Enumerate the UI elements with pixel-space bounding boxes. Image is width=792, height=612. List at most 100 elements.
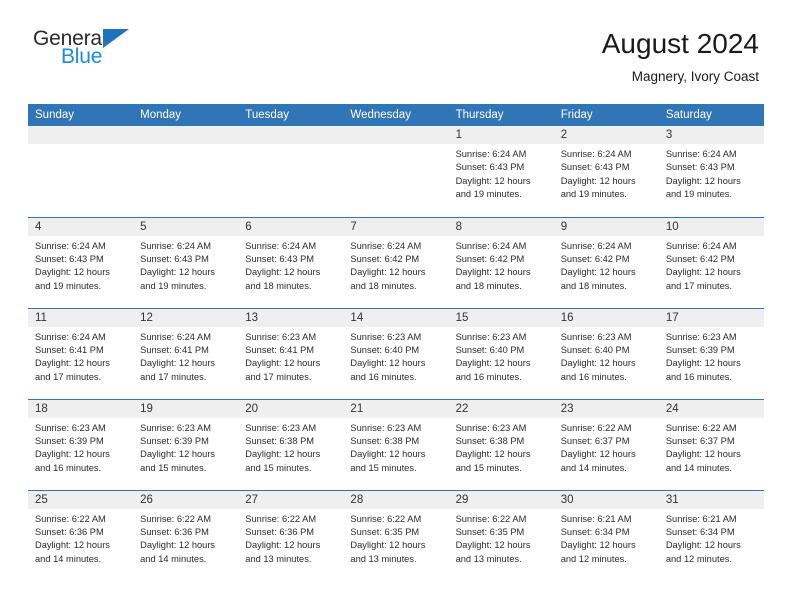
calendar-day-cell[interactable]: 28 Sunrise: 6:22 AM Sunset: 6:35 PM Dayligh… <box>343 489 449 581</box>
calendar-day-cell[interactable]: 4 Sunrise: 6:24 AM Sunset: 6:43 PM Daylight… <box>28 216 134 308</box>
day-number: 26 <box>133 490 239 509</box>
calendar-day-cell[interactable]: 23 Sunrise: 6:22 AM Sunset: 6:37 PM Dayligh… <box>553 398 659 490</box>
daylight-text-line2: and 14 minutes. <box>560 462 627 473</box>
day-number: 4 <box>28 217 134 236</box>
sunset-text: Sunset: 6:35 PM <box>455 526 525 537</box>
calendar-day-cell[interactable]: 6 Sunrise: 6:24 AM Sunset: 6:43 PM Daylight… <box>238 216 344 308</box>
day-details: Sunrise: 6:23 AM Sunset: 6:39 PM Daylight:… <box>133 418 238 476</box>
day-number: 28 <box>343 490 449 509</box>
calendar-day-cell[interactable]: 27 Sunrise: 6:22 AM Sunset: 6:36 PM Dayligh… <box>238 489 344 581</box>
calendar-day-cell[interactable]: 2 Sunrise: 6:24 AM Sunset: 6:43 PM Daylight… <box>553 126 659 217</box>
calendar-day-cell[interactable]: 25 Sunrise: 6:22 AM Sunset: 6:36 PM Dayligh… <box>28 489 134 581</box>
daylight-text-line1: Daylight: 12 hours <box>350 267 426 278</box>
calendar-day-cell[interactable]: 17 Sunrise: 6:23 AM Sunset: 6:39 PM Dayligh… <box>658 307 764 399</box>
daylight-text-line2: and 19 minutes. <box>455 189 522 200</box>
general-blue-logo[interactable]: General Blue <box>33 28 153 67</box>
calendar-day-cell[interactable]: 10 Sunrise: 6:24 AM Sunset: 6:42 PM Dayligh… <box>658 216 764 308</box>
page-subtitle: Magnery, Ivory Coast <box>631 69 759 85</box>
calendar-day-cell[interactable]: 31 Sunrise: 6:21 AM Sunset: 6:34 PM Dayligh… <box>658 489 764 581</box>
day-number <box>343 126 449 144</box>
calendar-day-cell[interactable]: 26 Sunrise: 6:22 AM Sunset: 6:36 PM Dayligh… <box>133 489 239 581</box>
calendar-day-cell[interactable]: 29 Sunrise: 6:22 AM Sunset: 6:35 PM Dayligh… <box>448 489 554 581</box>
day-number: 13 <box>238 308 344 327</box>
calendar-day-cell-empty <box>238 126 344 217</box>
calendar-day-cell[interactable]: 22 Sunrise: 6:23 AM Sunset: 6:38 PM Dayligh… <box>448 398 554 490</box>
calendar-day-cell[interactable]: 21 Sunrise: 6:23 AM Sunset: 6:38 PM Dayligh… <box>343 398 449 490</box>
sunset-text: Sunset: 6:41 PM <box>245 344 315 355</box>
calendar-day-cell[interactable]: 19 Sunrise: 6:23 AM Sunset: 6:39 PM Dayligh… <box>133 398 239 490</box>
sunset-text: Sunset: 6:40 PM <box>455 344 525 355</box>
daylight-text-line2: and 13 minutes. <box>455 553 522 564</box>
sunrise-text: Sunrise: 6:22 AM <box>665 422 737 433</box>
calendar-week-row: 11 Sunrise: 6:24 AM Sunset: 6:41 PM Dayligh… <box>28 307 764 399</box>
sunset-text: Sunset: 6:42 PM <box>350 253 420 264</box>
daylight-text-line2: and 16 minutes. <box>560 371 627 382</box>
calendar-day-cell[interactable]: 9 Sunrise: 6:24 AM Sunset: 6:42 PM Daylight… <box>553 216 659 308</box>
day-number: 7 <box>343 217 449 236</box>
calendar-day-cell[interactable]: 8 Sunrise: 6:24 AM Sunset: 6:42 PM Daylight… <box>448 216 554 308</box>
logo-triangle-icon <box>103 29 130 48</box>
day-number: 10 <box>658 217 764 236</box>
sunset-text: Sunset: 6:42 PM <box>665 253 735 264</box>
day-number: 21 <box>343 399 449 418</box>
daylight-text-line2: and 16 minutes. <box>35 462 102 473</box>
weekday-header-monday: Monday <box>133 104 239 126</box>
daylight-text-line2: and 15 minutes. <box>455 462 522 473</box>
day-details: Sunrise: 6:23 AM Sunset: 6:38 PM Daylight:… <box>343 418 448 476</box>
weekday-header-sunday: Sunday <box>28 104 134 126</box>
calendar-day-cell[interactable]: 20 Sunrise: 6:23 AM Sunset: 6:38 PM Dayligh… <box>238 398 344 490</box>
calendar-day-cell[interactable]: 3 Sunrise: 6:24 AM Sunset: 6:43 PM Daylight… <box>658 126 764 217</box>
sunrise-text: Sunrise: 6:24 AM <box>560 240 632 251</box>
daylight-text-line2: and 12 minutes. <box>560 553 627 564</box>
sunset-text: Sunset: 6:37 PM <box>665 435 735 446</box>
calendar-day-cell[interactable]: 16 Sunrise: 6:23 AM Sunset: 6:40 PM Dayligh… <box>553 307 659 399</box>
sunrise-text: Sunrise: 6:24 AM <box>350 240 422 251</box>
sunrise-text: Sunrise: 6:23 AM <box>455 331 527 342</box>
day-number <box>28 126 134 144</box>
day-details: Sunrise: 6:23 AM Sunset: 6:38 PM Daylight:… <box>238 418 343 476</box>
day-details: Sunrise: 6:23 AM Sunset: 6:39 PM Daylight:… <box>659 327 764 385</box>
day-number: 17 <box>658 308 764 327</box>
calendar-day-cell[interactable]: 14 Sunrise: 6:23 AM Sunset: 6:40 PM Dayligh… <box>343 307 449 399</box>
sunset-text: Sunset: 6:41 PM <box>140 344 209 355</box>
daylight-text-line2: and 15 minutes. <box>140 462 207 473</box>
page-header: General Blue August 2024 Magnery, Ivory … <box>0 0 792 100</box>
calendar-day-cell[interactable]: 12 Sunrise: 6:24 AM Sunset: 6:41 PM Dayligh… <box>133 307 239 399</box>
sunset-text: Sunset: 6:43 PM <box>245 253 315 264</box>
daylight-text-line2: and 18 minutes. <box>350 280 417 291</box>
sunrise-text: Sunrise: 6:24 AM <box>35 240 106 251</box>
calendar-day-cell[interactable]: 24 Sunrise: 6:22 AM Sunset: 6:37 PM Dayligh… <box>658 398 764 490</box>
calendar-day-cell[interactable]: 13 Sunrise: 6:23 AM Sunset: 6:41 PM Dayligh… <box>238 307 344 399</box>
day-details: Sunrise: 6:23 AM Sunset: 6:39 PM Daylight:… <box>28 418 133 476</box>
calendar-day-cell[interactable]: 5 Sunrise: 6:24 AM Sunset: 6:43 PM Daylight… <box>133 216 239 308</box>
day-number: 25 <box>28 490 134 509</box>
day-details: Sunrise: 6:24 AM Sunset: 6:43 PM Daylight:… <box>449 144 554 202</box>
daylight-text-line2: and 16 minutes. <box>455 371 522 382</box>
calendar-day-cell[interactable]: 15 Sunrise: 6:23 AM Sunset: 6:40 PM Dayligh… <box>448 307 554 399</box>
calendar-day-cell[interactable]: 30 Sunrise: 6:21 AM Sunset: 6:34 PM Dayligh… <box>553 489 659 581</box>
weekday-header-tuesday: Tuesday <box>238 104 344 126</box>
day-details: Sunrise: 6:24 AM Sunset: 6:41 PM Daylight:… <box>28 327 133 385</box>
day-number: 31 <box>658 490 764 509</box>
daylight-text-line2: and 13 minutes. <box>350 553 417 564</box>
calendar-day-cell[interactable]: 11 Sunrise: 6:24 AM Sunset: 6:41 PM Dayligh… <box>28 307 134 399</box>
daylight-text-line1: Daylight: 12 hours <box>35 267 110 278</box>
daylight-text-line2: and 19 minutes. <box>560 189 627 200</box>
day-details: Sunrise: 6:23 AM Sunset: 6:40 PM Daylight:… <box>449 327 554 385</box>
sunrise-text: Sunrise: 6:22 AM <box>35 513 106 524</box>
sunrise-text: Sunrise: 6:23 AM <box>245 331 317 342</box>
day-number: 16 <box>553 308 659 327</box>
day-number: 6 <box>238 217 344 236</box>
page-title: August 2024 <box>601 28 759 59</box>
daylight-text-line1: Daylight: 12 hours <box>455 175 531 186</box>
calendar-day-cell[interactable]: 7 Sunrise: 6:24 AM Sunset: 6:42 PM Daylight… <box>343 216 449 308</box>
day-details: Sunrise: 6:24 AM Sunset: 6:43 PM Daylight:… <box>28 236 133 294</box>
calendar-day-cell[interactable]: 1 Sunrise: 6:24 AM Sunset: 6:43 PM Daylight… <box>448 126 554 217</box>
title-block: August 2024 Magnery, Ivory Coast <box>602 28 759 84</box>
sunset-text: Sunset: 6:36 PM <box>140 526 209 537</box>
daylight-text-line1: Daylight: 12 hours <box>560 175 636 186</box>
calendar-day-cell[interactable]: 18 Sunrise: 6:23 AM Sunset: 6:39 PM Dayligh… <box>28 398 134 490</box>
day-details: Sunrise: 6:23 AM Sunset: 6:40 PM Daylight:… <box>554 327 659 385</box>
sunset-text: Sunset: 6:38 PM <box>455 435 525 446</box>
day-details: Sunrise: 6:23 AM Sunset: 6:41 PM Daylight:… <box>238 327 343 385</box>
